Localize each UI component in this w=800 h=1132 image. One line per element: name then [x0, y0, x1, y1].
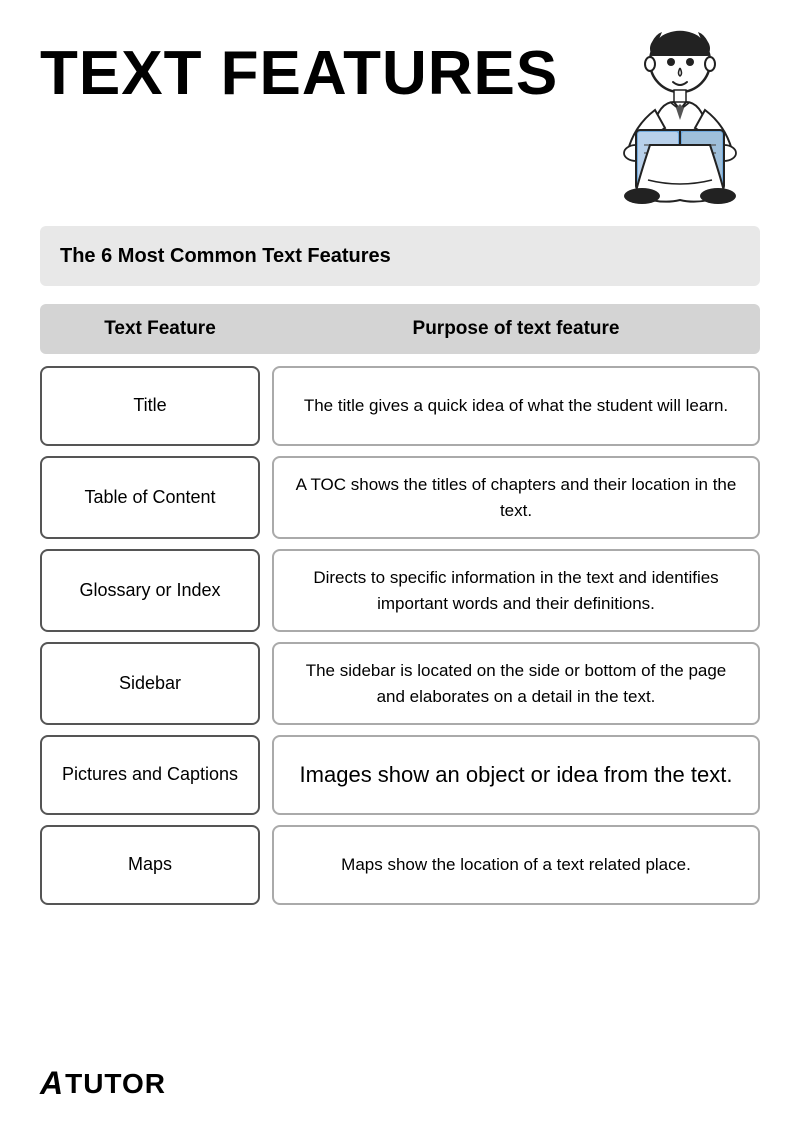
page-wrapper: TEXT FEATURES [0, 0, 800, 1132]
feature-cell-pictures: Pictures and Captions [40, 735, 260, 815]
subtitle-box: The 6 Most Common Text Features [40, 226, 760, 286]
column-purpose-header: Purpose of text feature [282, 318, 750, 340]
purpose-text-glossary: Directs to specific information in the t… [290, 565, 742, 616]
table-row: Pictures and Captions Images show an obj… [40, 735, 760, 815]
table-row: Maps Maps show the location of a text re… [40, 825, 760, 905]
feature-cell-title: Title [40, 366, 260, 446]
feature-name-glossary: Glossary or Index [79, 578, 220, 603]
feature-cell-sidebar: Sidebar [40, 642, 260, 725]
header-section: TEXT FEATURES [40, 30, 760, 210]
purpose-text-maps: Maps show the location of a text related… [341, 852, 691, 878]
table-row: Table of Content A TOC shows the titles … [40, 456, 760, 539]
reading-character-icon [580, 20, 760, 210]
purpose-text-toc: A TOC shows the titles of chapters and t… [290, 472, 742, 523]
purpose-text-pictures: Images show an object or idea from the t… [300, 760, 733, 791]
purpose-cell-glossary: Directs to specific information in the t… [272, 549, 760, 632]
feature-cell-toc: Table of Content [40, 456, 260, 539]
feature-name-maps: Maps [128, 852, 172, 877]
footer-brand: A TUTOR [40, 1065, 166, 1102]
purpose-cell-toc: A TOC shows the titles of chapters and t… [272, 456, 760, 539]
table-row: Sidebar The sidebar is located on the si… [40, 642, 760, 725]
table-container: Text Feature Purpose of text feature Tit… [40, 304, 760, 905]
main-title: TEXT FEATURES [40, 40, 558, 108]
feature-name-title: Title [133, 393, 166, 418]
feature-cell-glossary: Glossary or Index [40, 549, 260, 632]
brand-letter-icon: A [40, 1065, 63, 1102]
main-title-wrapper: TEXT FEATURES [40, 30, 558, 108]
subtitle-text: The 6 Most Common Text Features [60, 245, 391, 267]
column-feature-header: Text Feature [50, 318, 270, 340]
table-row: Title The title gives a quick idea of wh… [40, 366, 760, 446]
purpose-cell-pictures: Images show an object or idea from the t… [272, 735, 760, 815]
purpose-cell-title: The title gives a quick idea of what the… [272, 366, 760, 446]
feature-name-toc: Table of Content [84, 485, 215, 510]
table-row: Glossary or Index Directs to specific in… [40, 549, 760, 632]
purpose-text-sidebar: The sidebar is located on the side or bo… [290, 658, 742, 709]
feature-cell-maps: Maps [40, 825, 260, 905]
purpose-text-title: The title gives a quick idea of what the… [304, 393, 728, 419]
purpose-cell-sidebar: The sidebar is located on the side or bo… [272, 642, 760, 725]
table-header: Text Feature Purpose of text feature [40, 304, 760, 354]
feature-name-pictures: Pictures and Captions [62, 762, 238, 787]
brand-name: TUTOR [65, 1068, 166, 1100]
character-illustration [580, 20, 760, 210]
purpose-cell-maps: Maps show the location of a text related… [272, 825, 760, 905]
feature-name-sidebar: Sidebar [119, 671, 181, 696]
